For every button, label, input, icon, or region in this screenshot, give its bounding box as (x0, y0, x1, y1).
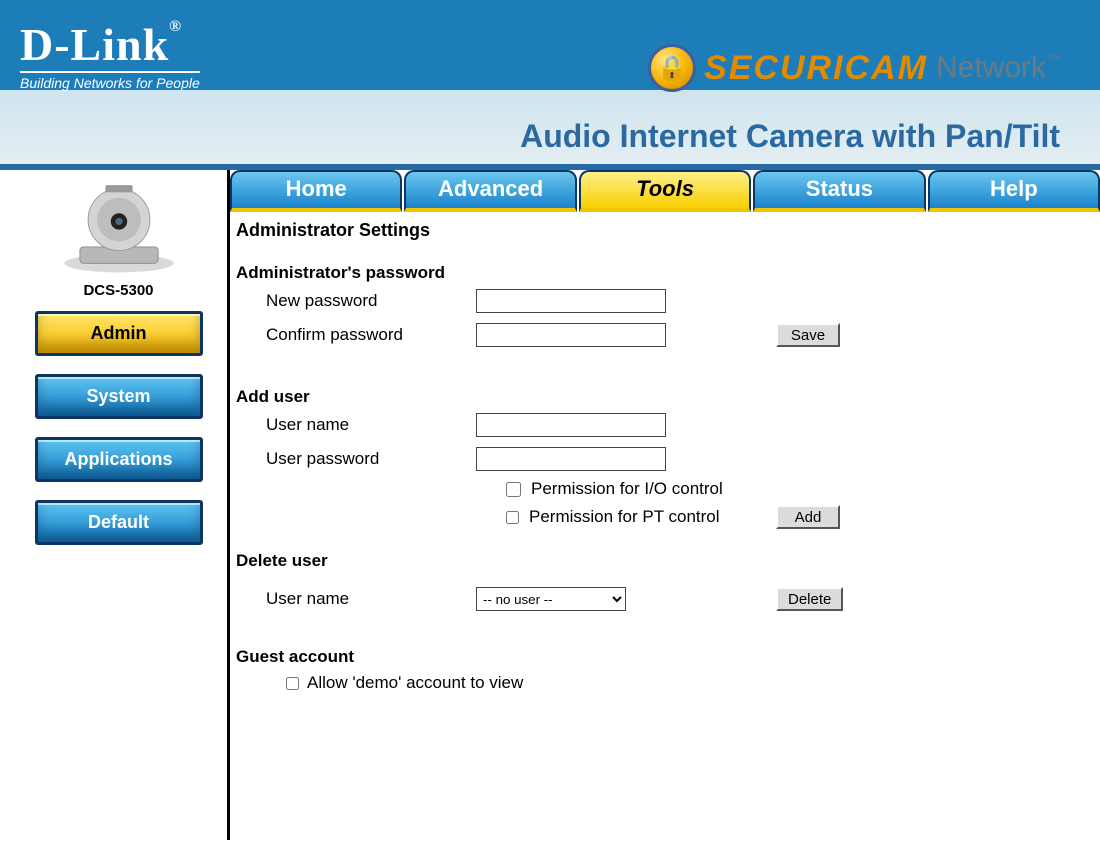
delete-user-select[interactable]: -- no user -- (476, 587, 626, 611)
tab-home[interactable]: Home (230, 170, 402, 212)
trademark-symbol: ™ (1046, 51, 1060, 67)
header-banner: D-Link® Building Networks for People 🔒 S… (0, 0, 1100, 170)
tab-status[interactable]: Status (753, 170, 925, 212)
permission-io-checkbox[interactable] (506, 482, 521, 497)
top-tabs: Home Advanced Tools Status Help (230, 170, 1100, 212)
delete-user-heading: Delete user (236, 551, 1082, 571)
product-image (44, 176, 194, 276)
sidebar-item-default[interactable]: Default (35, 500, 203, 545)
brand-name-text: D-Link (20, 19, 169, 70)
sidebar-item-applications[interactable]: Applications (35, 437, 203, 482)
product-line-logo: 🔒 SECURICAM Network™ (648, 44, 1060, 92)
save-button[interactable]: Save (776, 323, 840, 347)
lock-icon: 🔒 (648, 44, 696, 92)
add-user-heading: Add user (236, 387, 1082, 407)
new-password-input[interactable] (476, 289, 666, 313)
permission-io-label: Permission for I/O control (531, 479, 723, 499)
guest-account-heading: Guest account (236, 647, 1082, 667)
securicam-word: SECURICAM (704, 49, 928, 88)
tab-help[interactable]: Help (928, 170, 1100, 212)
new-password-label: New password (236, 291, 476, 311)
confirm-password-label: Confirm password (236, 325, 476, 345)
securicam-securi: SECURI (704, 49, 844, 87)
sidebar-item-system[interactable]: System (35, 374, 203, 419)
page-title: Administrator Settings (236, 220, 1082, 241)
brand-logo: D-Link® Building Networks for People (20, 18, 200, 91)
add-user-name-label: User name (236, 415, 476, 435)
securicam-network: Network™ (936, 51, 1060, 85)
add-button[interactable]: Add (776, 505, 840, 529)
allow-demo-label: Allow 'demo' account to view (307, 673, 523, 693)
delete-user-name-label: User name (236, 589, 476, 609)
add-user-password-label: User password (236, 449, 476, 469)
sidebar-item-admin[interactable]: Admin (35, 311, 203, 356)
add-user-name-input[interactable] (476, 413, 666, 437)
product-model: DCS-5300 (28, 282, 209, 299)
product-subtitle: Audio Internet Camera with Pan/Tilt (520, 118, 1060, 155)
admin-password-heading: Administrator's password (236, 263, 1082, 283)
add-user-password-input[interactable] (476, 447, 666, 471)
securicam-cam: CAM (845, 49, 928, 87)
permission-pt-checkbox[interactable] (506, 511, 519, 524)
content-area: Administrator Settings Administrator's p… (230, 212, 1100, 695)
confirm-password-input[interactable] (476, 323, 666, 347)
brand-name: D-Link® (20, 18, 200, 71)
tab-tools[interactable]: Tools (579, 170, 751, 212)
tab-advanced[interactable]: Advanced (404, 170, 576, 212)
delete-button[interactable]: Delete (776, 587, 843, 611)
permission-pt-label: Permission for PT control (529, 507, 720, 527)
brand-tagline: Building Networks for People (20, 71, 200, 91)
securicam-network-text: Network (936, 51, 1046, 84)
allow-demo-checkbox[interactable] (286, 677, 299, 690)
main-panel: Home Advanced Tools Status Help Administ… (230, 170, 1100, 840)
sidebar: DCS-5300 Admin System Applications Defau… (0, 170, 230, 840)
